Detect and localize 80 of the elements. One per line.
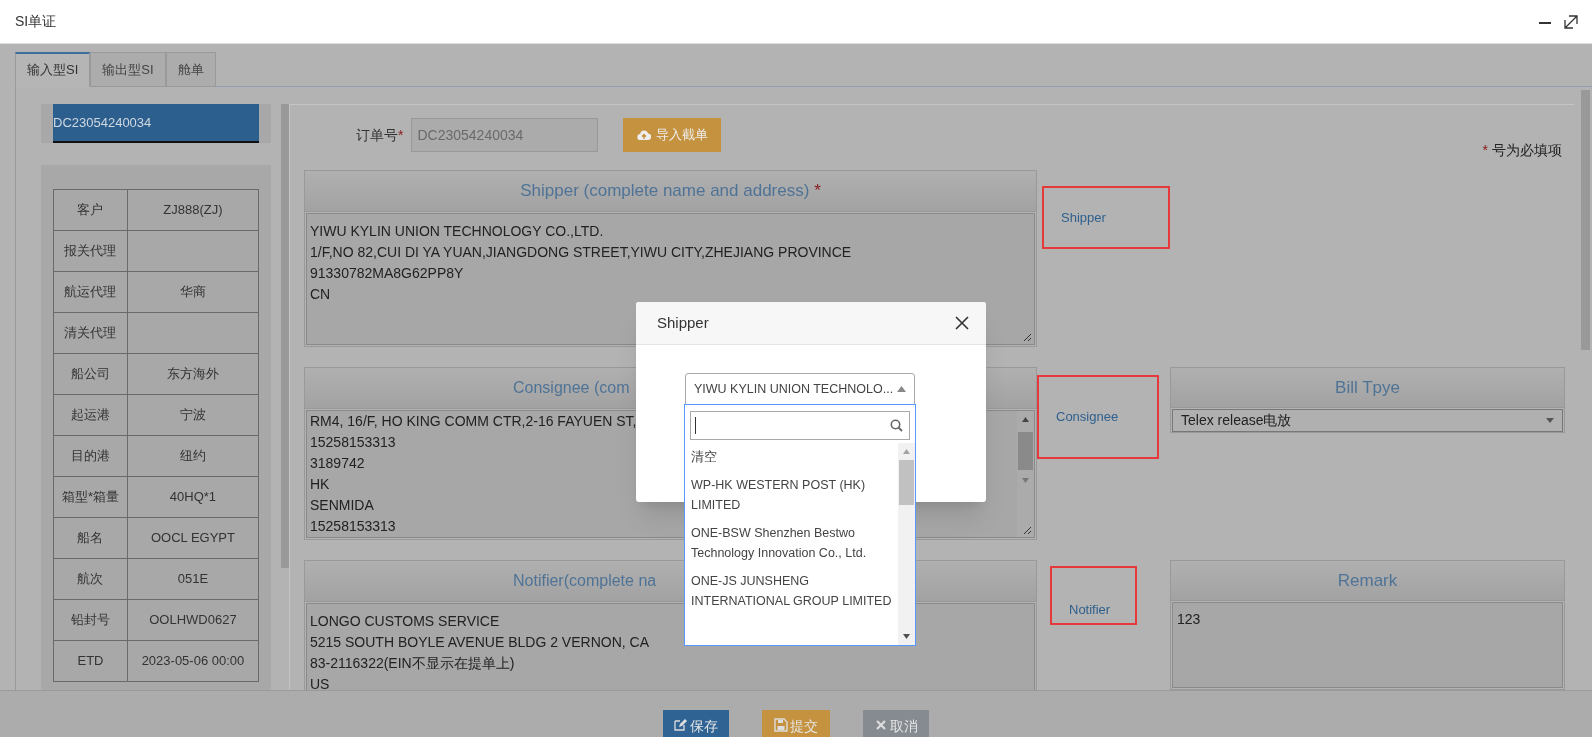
- dropdown-option[interactable]: 清空: [685, 443, 898, 471]
- scrollbar[interactable]: [281, 104, 289, 568]
- tab[interactable]: 输出型SI: [90, 52, 166, 87]
- table-cell: ZJ888(ZJ): [127, 189, 259, 231]
- table-cell: 清关代理: [53, 312, 128, 354]
- table-cell: OOLHWD0627: [127, 599, 259, 641]
- address-line: 83-2116322(EIN不显示在提单上): [310, 654, 515, 673]
- caret-icon: [1546, 417, 1554, 424]
- scrollbar[interactable]: [1017, 411, 1034, 537]
- field-label: 订单号*: [356, 125, 404, 145]
- address-line: CN: [310, 285, 331, 304]
- resize-grip-icon[interactable]: [1022, 525, 1032, 535]
- required-note: * 号为必填项: [1482, 140, 1562, 160]
- table-cell: 航运代理: [53, 271, 128, 313]
- search-icon: [890, 419, 903, 432]
- dropdown-option[interactable]: ONE-BSW Shenzhen Bestwo Technology Innovation Co., Ltd.: [685, 519, 898, 567]
- table-cell: 起运港: [53, 394, 128, 436]
- table-cell: OOCL EGYPT: [127, 517, 259, 559]
- dialog-title: Shipper: [657, 312, 710, 333]
- address-line: 15258153313: [310, 517, 396, 536]
- bill-type-select[interactable]: Telex release电放: [1172, 409, 1563, 432]
- scrollbar[interactable]: [898, 443, 915, 645]
- link[interactable]: Shipper: [1061, 207, 1106, 228]
- address-line: RM4, 16/F, HO KING COMM CTR,2-16 FAYUEN ST,: [310, 412, 637, 431]
- resize-grip-icon[interactable]: [1022, 332, 1032, 342]
- address-line: 3189742: [310, 454, 365, 473]
- tab[interactable]: 输入型SI: [15, 52, 91, 87]
- section-title: Remark: [1337, 569, 1398, 592]
- address-line: 91330782MA8G62PP8Y: [310, 264, 464, 283]
- scrollbar-thumb[interactable]: [899, 460, 914, 505]
- table-cell: 箱型*箱量: [53, 476, 128, 518]
- table-cell: 40HQ*1: [127, 476, 259, 518]
- section-title: Shipper (complete name and address) *: [520, 180, 821, 203]
- table-cell: 船名: [53, 517, 128, 559]
- section-title: Notifier(complete na: [513, 571, 657, 591]
- table-cell: 铅封号: [53, 599, 128, 641]
- order-list-item[interactable]: DC23054240034: [53, 104, 259, 143]
- tab[interactable]: 舱单: [165, 52, 216, 87]
- address-line: LONGO CUSTOMS SERVICE: [310, 612, 500, 631]
- address-line: 15258153313: [310, 433, 396, 452]
- search-field[interactable]: [690, 411, 910, 440]
- scrollbar[interactable]: [1581, 90, 1590, 350]
- table-cell: 船公司: [53, 353, 128, 395]
- section-title: Consignee (com: [513, 378, 630, 398]
- table-cell: 纽约: [127, 435, 259, 477]
- close-icon: [874, 718, 888, 732]
- table-cell: 东方海外: [127, 353, 259, 395]
- section-title: Bill Tpye: [1335, 376, 1400, 399]
- save-button[interactable]: 保存: [663, 710, 729, 737]
- table-cell: 目的港: [53, 435, 128, 477]
- table-cell: 航次: [53, 558, 128, 600]
- window-title: SI单证: [15, 12, 57, 31]
- cancel-button[interactable]: 取消: [863, 710, 929, 737]
- table-cell: 客户: [53, 189, 128, 231]
- scrollbar-thumb[interactable]: [1018, 432, 1033, 470]
- maximize-icon[interactable]: [1564, 14, 1578, 29]
- address-line: 5215 SOUTH BOYLE AVENUE BLDG 2 VERNON, CA: [310, 633, 649, 652]
- dropdown-option[interactable]: WP-HK WESTERN POST (HK) LIMITED: [685, 471, 898, 519]
- address-line: HK: [310, 475, 330, 494]
- table-cell: 报关代理: [53, 230, 128, 272]
- address-line: SENMIDA: [310, 496, 374, 515]
- table-cell: 宁波: [127, 394, 259, 436]
- address-line: US: [310, 675, 330, 690]
- address-line: YIWU KYLIN UNION TECHNOLOGY CO.,LTD.: [310, 222, 604, 241]
- table-cell: ETD: [53, 640, 128, 682]
- link[interactable]: Notifier: [1069, 599, 1111, 619]
- close-icon[interactable]: [955, 316, 969, 330]
- table-cell: 华商: [127, 271, 259, 313]
- remark-textarea[interactable]: 123: [1172, 602, 1563, 688]
- address-line: 1/F,NO 82,CUI DI YA YUAN,JIANGDONG STREET,YIWU CITY,ZHEJIANG PROVINCE: [310, 243, 852, 262]
- caret-icon: [897, 386, 906, 392]
- pencil-icon: [674, 718, 688, 732]
- cloud-upload-icon: [636, 129, 651, 141]
- link[interactable]: Consignee: [1056, 407, 1119, 427]
- scroll-down-icon[interactable]: [902, 632, 911, 641]
- scroll-up-icon[interactable]: [1021, 415, 1030, 424]
- table-cell: 051E: [127, 558, 259, 600]
- scroll-up-icon[interactable]: [902, 447, 911, 456]
- floppy-icon: [774, 718, 788, 732]
- table-cell: 2023-05-06 00:00: [127, 640, 259, 682]
